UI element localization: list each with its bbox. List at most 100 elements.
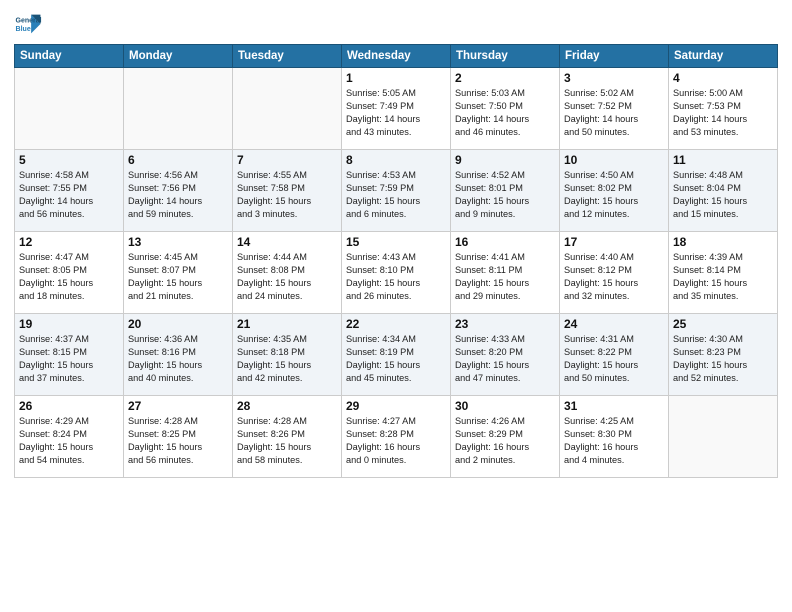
calendar-cell: 27 Sunrise: 4:28 AMSunset: 8:25 PMDayligh… — [124, 396, 233, 478]
calendar-cell: 19 Sunrise: 4:37 AMSunset: 8:15 PMDayligh… — [15, 314, 124, 396]
calendar-cell: 3 Sunrise: 5:02 AMSunset: 7:52 PMDaylight… — [560, 68, 669, 150]
calendar: SundayMondayTuesdayWednesdayThursdayFrid… — [14, 44, 778, 478]
day-header-tuesday: Tuesday — [233, 45, 342, 68]
day-number: 15 — [346, 235, 446, 249]
calendar-cell: 21 Sunrise: 4:35 AMSunset: 8:18 PMDayligh… — [233, 314, 342, 396]
calendar-cell: 30 Sunrise: 4:26 AMSunset: 8:29 PMDayligh… — [451, 396, 560, 478]
day-number: 10 — [564, 153, 664, 167]
day-header-saturday: Saturday — [669, 45, 778, 68]
cell-info: Sunrise: 4:40 AMSunset: 8:12 PMDaylight:… — [564, 251, 664, 303]
day-number: 14 — [237, 235, 337, 249]
calendar-cell: 18 Sunrise: 4:39 AMSunset: 8:14 PMDayligh… — [669, 232, 778, 314]
cell-info: Sunrise: 4:58 AMSunset: 7:55 PMDaylight:… — [19, 169, 119, 221]
calendar-cell — [124, 68, 233, 150]
calendar-cell: 5Sunrise: 4:58 AMSunset: 7:55 PMDaylight… — [15, 150, 124, 232]
day-header-thursday: Thursday — [451, 45, 560, 68]
calendar-cell: 22Sunrise: 4:34 AMSunset: 8:19 PMDayligh… — [342, 314, 451, 396]
calendar-cell — [233, 68, 342, 150]
calendar-cell: 31 Sunrise: 4:25 AMSunset: 8:30 PMDayligh… — [560, 396, 669, 478]
day-number: 23 — [455, 317, 555, 331]
calendar-cell: 1 Sunrise: 5:05 AMSunset: 7:49 PMDaylight… — [342, 68, 451, 150]
calendar-cell: 26Sunrise: 4:29 AMSunset: 8:24 PMDayligh… — [15, 396, 124, 478]
cell-info: Sunrise: 4:48 AMSunset: 8:04 PMDaylight:… — [673, 169, 773, 221]
cell-info: Sunrise: 4:31 AMSunset: 8:22 PMDaylight:… — [564, 333, 664, 385]
day-number: 24 — [564, 317, 664, 331]
cell-info: Sunrise: 4:39 AMSunset: 8:14 PMDaylight:… — [673, 251, 773, 303]
cell-info: Sunrise: 5:00 AMSunset: 7:53 PMDaylight:… — [673, 87, 773, 139]
calendar-cell: 2 Sunrise: 5:03 AMSunset: 7:50 PMDaylight… — [451, 68, 560, 150]
svg-text:Blue: Blue — [16, 26, 31, 33]
day-number: 3 — [564, 71, 664, 85]
cell-info: Sunrise: 4:30 AMSunset: 8:23 PMDaylight:… — [673, 333, 773, 385]
calendar-cell — [15, 68, 124, 150]
cell-info: Sunrise: 4:36 AMSunset: 8:16 PMDaylight:… — [128, 333, 228, 385]
calendar-cell: 7Sunrise: 4:55 AMSunset: 7:58 PMDaylight… — [233, 150, 342, 232]
calendar-cell: 10 Sunrise: 4:50 AMSunset: 8:02 PMDayligh… — [560, 150, 669, 232]
day-number: 16 — [455, 235, 555, 249]
calendar-cell: 14 Sunrise: 4:44 AMSunset: 8:08 PMDayligh… — [233, 232, 342, 314]
calendar-cell: 20 Sunrise: 4:36 AMSunset: 8:16 PMDayligh… — [124, 314, 233, 396]
calendar-cell: 8 Sunrise: 4:53 AMSunset: 7:59 PMDaylight… — [342, 150, 451, 232]
cell-info: Sunrise: 4:41 AMSunset: 8:11 PMDaylight:… — [455, 251, 555, 303]
calendar-cell: 6Sunrise: 4:56 AMSunset: 7:56 PMDaylight… — [124, 150, 233, 232]
day-header-monday: Monday — [124, 45, 233, 68]
day-number: 12 — [19, 235, 119, 249]
cell-info: Sunrise: 4:47 AMSunset: 8:05 PMDaylight:… — [19, 251, 119, 303]
day-number: 25 — [673, 317, 773, 331]
cell-info: Sunrise: 5:02 AMSunset: 7:52 PMDaylight:… — [564, 87, 664, 139]
day-number: 11 — [673, 153, 773, 167]
day-number: 6 — [128, 153, 228, 167]
day-number: 27 — [128, 399, 228, 413]
cell-info: Sunrise: 4:28 AMSunset: 8:25 PMDaylight:… — [128, 415, 228, 467]
svg-text:General: General — [16, 17, 42, 24]
day-number: 31 — [564, 399, 664, 413]
day-number: 1 — [346, 71, 446, 85]
day-number: 29 — [346, 399, 446, 413]
day-number: 20 — [128, 317, 228, 331]
day-header-wednesday: Wednesday — [342, 45, 451, 68]
cell-info: Sunrise: 4:52 AMSunset: 8:01 PMDaylight:… — [455, 169, 555, 221]
calendar-cell — [669, 396, 778, 478]
cell-info: Sunrise: 4:33 AMSunset: 8:20 PMDaylight:… — [455, 333, 555, 385]
day-header-friday: Friday — [560, 45, 669, 68]
calendar-cell: 17 Sunrise: 4:40 AMSunset: 8:12 PMDayligh… — [560, 232, 669, 314]
calendar-cell: 11 Sunrise: 4:48 AMSunset: 8:04 PMDayligh… — [669, 150, 778, 232]
cell-info: Sunrise: 4:43 AMSunset: 8:10 PMDaylight:… — [346, 251, 446, 303]
day-header-sunday: Sunday — [15, 45, 124, 68]
day-number: 30 — [455, 399, 555, 413]
cell-info: Sunrise: 4:27 AMSunset: 8:28 PMDaylight:… — [346, 415, 446, 467]
cell-info: Sunrise: 4:55 AMSunset: 7:58 PMDaylight:… — [237, 169, 337, 221]
cell-info: Sunrise: 4:37 AMSunset: 8:15 PMDaylight:… — [19, 333, 119, 385]
calendar-cell: 9 Sunrise: 4:52 AMSunset: 8:01 PMDaylight… — [451, 150, 560, 232]
day-number: 13 — [128, 235, 228, 249]
day-number: 21 — [237, 317, 337, 331]
day-number: 2 — [455, 71, 555, 85]
cell-info: Sunrise: 4:29 AMSunset: 8:24 PMDaylight:… — [19, 415, 119, 467]
cell-info: Sunrise: 4:50 AMSunset: 8:02 PMDaylight:… — [564, 169, 664, 221]
cell-info: Sunrise: 4:45 AMSunset: 8:07 PMDaylight:… — [128, 251, 228, 303]
cell-info: Sunrise: 5:05 AMSunset: 7:49 PMDaylight:… — [346, 87, 446, 139]
calendar-cell: 25 Sunrise: 4:30 AMSunset: 8:23 PMDayligh… — [669, 314, 778, 396]
calendar-cell: 16 Sunrise: 4:41 AMSunset: 8:11 PMDayligh… — [451, 232, 560, 314]
day-number: 18 — [673, 235, 773, 249]
calendar-cell: 12 Sunrise: 4:47 AMSunset: 8:05 PMDayligh… — [15, 232, 124, 314]
calendar-cell: 13 Sunrise: 4:45 AMSunset: 8:07 PMDayligh… — [124, 232, 233, 314]
calendar-cell: 28 Sunrise: 4:28 AMSunset: 8:26 PMDayligh… — [233, 396, 342, 478]
cell-info: Sunrise: 4:53 AMSunset: 7:59 PMDaylight:… — [346, 169, 446, 221]
day-number: 8 — [346, 153, 446, 167]
day-number: 22 — [346, 317, 446, 331]
cell-info: Sunrise: 4:35 AMSunset: 8:18 PMDaylight:… — [237, 333, 337, 385]
calendar-cell: 24 Sunrise: 4:31 AMSunset: 8:22 PMDayligh… — [560, 314, 669, 396]
cell-info: Sunrise: 4:25 AMSunset: 8:30 PMDaylight:… — [564, 415, 664, 467]
cell-info: Sunrise: 4:44 AMSunset: 8:08 PMDaylight:… — [237, 251, 337, 303]
day-number: 17 — [564, 235, 664, 249]
calendar-cell: 15 Sunrise: 4:43 AMSunset: 8:10 PMDayligh… — [342, 232, 451, 314]
day-number: 19 — [19, 317, 119, 331]
calendar-cell: 4Sunrise: 5:00 AMSunset: 7:53 PMDaylight… — [669, 68, 778, 150]
cell-info: Sunrise: 5:03 AMSunset: 7:50 PMDaylight:… — [455, 87, 555, 139]
day-number: 9 — [455, 153, 555, 167]
cell-info: Sunrise: 4:28 AMSunset: 8:26 PMDaylight:… — [237, 415, 337, 467]
cell-info: Sunrise: 4:26 AMSunset: 8:29 PMDaylight:… — [455, 415, 555, 467]
logo: General Blue — [14, 10, 44, 38]
day-number: 28 — [237, 399, 337, 413]
